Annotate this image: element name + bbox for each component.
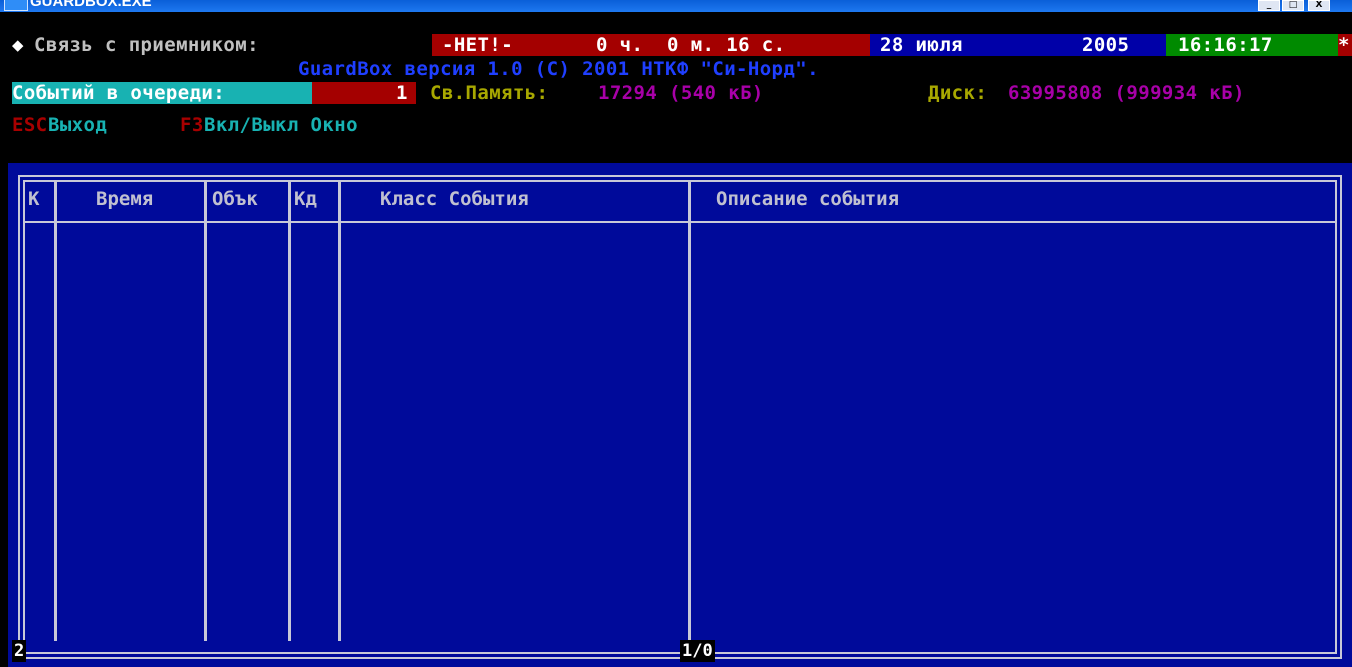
time: 16:16:17	[1178, 34, 1273, 56]
esc-key[interactable]: ESC	[12, 114, 48, 136]
events-table-body[interactable]	[25, 223, 1335, 641]
disk-label: Диск:	[928, 82, 988, 104]
exit-label[interactable]: Выход	[48, 114, 107, 136]
window-title: GUARDBOX.EXE	[30, 0, 152, 10]
version-line: GuardBox версия 1.0 (С) 2001 НТКФ "Си-Но…	[0, 58, 819, 80]
column-header-k[interactable]: К	[28, 184, 39, 214]
column-header-object[interactable]: Обък	[212, 184, 258, 214]
minimize-button[interactable]: _	[1258, 0, 1280, 11]
memory-value: 17294 (540 кБ)	[598, 82, 764, 104]
queue-count: 1	[396, 82, 408, 104]
star-indicator: *	[1338, 34, 1352, 56]
f3-key[interactable]: F3	[180, 114, 204, 136]
version-text: GuardBox версия 1.0 (С) 2001 НТКФ "Си-Но…	[298, 58, 819, 80]
column-header-time[interactable]: Время	[96, 184, 153, 214]
queue-label: Событий в очереди:	[12, 82, 226, 104]
window-titlebar[interactable]: GUARDBOX.EXE _ □ X	[0, 0, 1352, 12]
close-button[interactable]: X	[1308, 0, 1330, 11]
queue-line: Событий в очереди: 1 Св.Память: 17294 (5…	[0, 82, 1244, 104]
footer-left-indicator: 2	[12, 640, 27, 662]
events-panel: К Время Обък Кд Класс События Описание с…	[8, 163, 1352, 667]
app-icon[interactable]	[4, 0, 28, 11]
year: 2005	[1082, 34, 1130, 56]
date: 28 июля	[880, 34, 963, 56]
page-indicator: 1/0	[680, 640, 715, 662]
diamond-icon: ◆	[12, 34, 24, 56]
uptime: 0 ч. 0 м. 16 с.	[596, 34, 786, 56]
disk-value: 63995808 (999934 кБ)	[1008, 82, 1245, 104]
status-line: ◆ Связь с приемником: -НЕТ!- 0 ч. 0 м. 1…	[0, 34, 1352, 56]
column-header-event-class[interactable]: Класс События	[380, 184, 529, 214]
column-header-code[interactable]: Кд	[294, 184, 317, 214]
link-value: -НЕТ!-	[442, 34, 514, 56]
toggle-window-label[interactable]: Вкл/Выкл Окно	[204, 114, 358, 136]
memory-label: Св.Память:	[430, 82, 549, 104]
maximize-button[interactable]: □	[1282, 0, 1304, 11]
column-header-event-description[interactable]: Описание события	[716, 184, 899, 214]
link-label: Связь с приемником:	[34, 34, 259, 56]
hotkeys-line: ESC Выход F3 Вкл/Выкл Окно	[0, 114, 358, 136]
